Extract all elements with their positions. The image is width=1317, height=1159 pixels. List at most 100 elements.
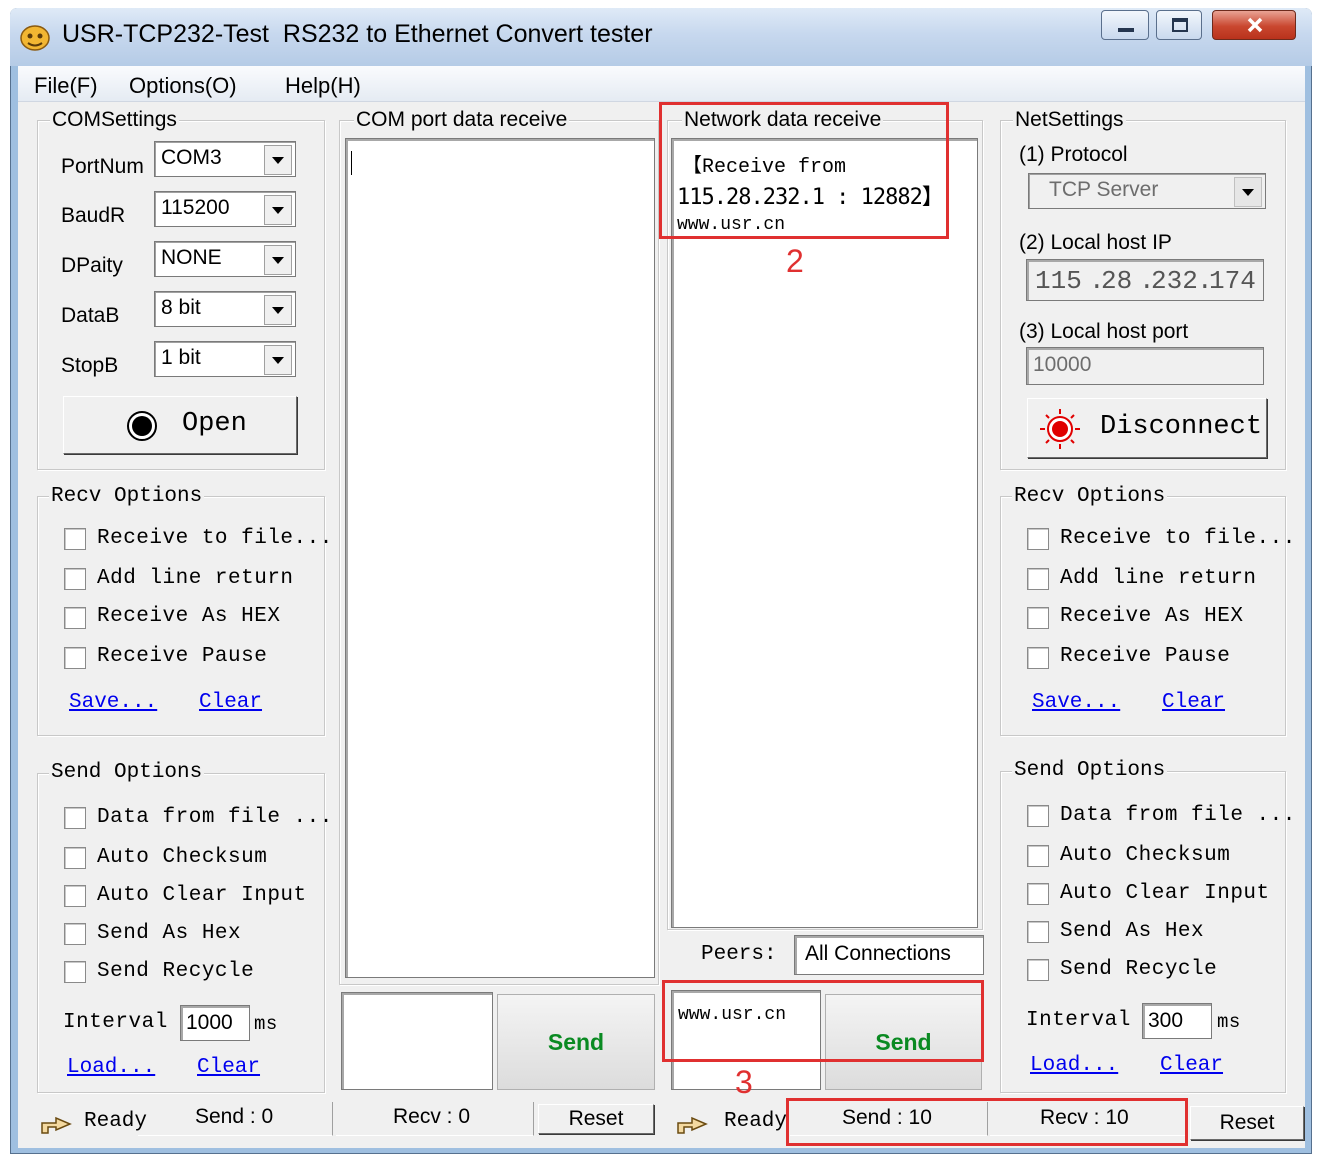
local-port-label: (3) Local host port [1019,320,1189,343]
left-recv-count-panel: Recv : 0 [336,1102,534,1136]
databits-value: 8 bit [161,296,201,319]
open-button-label: Open [182,409,247,439]
right-send-recycle-checkbox[interactable] [1027,959,1049,981]
right-interval-value: 300 [1148,1009,1184,1032]
net-receive-textarea[interactable]: 【Receive from 115.28.232.1 : 12882】 www.… [671,138,978,928]
close-button[interactable] [1212,10,1296,40]
left-auto-clear-input-label: Auto Clear Input [97,884,307,907]
open-button[interactable]: Open [63,396,297,454]
com-send-button[interactable]: Send [497,994,655,1090]
parity-select[interactable]: NONE [154,241,296,277]
left-add-line-return-label: Add line return [97,567,294,590]
left-receive-pause-checkbox[interactable] [64,647,86,669]
left-auto-clear-input-checkbox[interactable] [64,885,86,907]
right-send-options-title: Send Options [1012,759,1168,782]
local-port-value: 10000 [1033,353,1092,376]
right-receive-hex-label: Receive As HEX [1060,605,1244,628]
chevron-down-icon [264,195,292,225]
com-receive-textarea[interactable] [345,138,655,978]
left-data-from-file-checkbox[interactable] [64,807,86,829]
portnum-label: PortNum [61,155,144,178]
right-data-from-file-checkbox[interactable] [1027,805,1049,827]
right-receive-pause-label: Receive Pause [1060,645,1231,668]
annotation-number-3: 3 [735,1064,753,1100]
left-interval-input[interactable]: 1000 [180,1005,250,1041]
annotation-number-2: 2 [786,243,804,279]
minimize-button[interactable] [1101,10,1149,40]
left-send-recycle-checkbox[interactable] [64,961,86,983]
baudrate-select[interactable]: 115200 [154,191,296,227]
left-recv-count: Recv : 0 [393,1105,471,1128]
left-data-from-file-label: Data from file ... [97,806,333,829]
stopbits-select[interactable]: 1 bit [154,341,296,377]
chevron-down-icon [264,345,292,375]
peers-select[interactable]: All Connections [794,935,984,975]
annotation-box-receive [659,102,949,239]
chevron-down-icon [264,145,292,175]
annotation-box-counters [786,1098,1188,1146]
peers-value: All Connections [805,942,951,965]
menu-help[interactable]: Help(H) [285,73,361,99]
parity-label: DPaity [61,254,123,277]
right-interval-input[interactable]: 300 [1142,1003,1212,1039]
chevron-down-icon [264,295,292,325]
right-receive-to-file-checkbox[interactable] [1027,528,1049,550]
disconnect-button[interactable]: Disconnect [1027,398,1267,458]
left-send-recycle-label: Send Recycle [97,960,255,983]
right-send-clear-link[interactable]: Clear [1160,1054,1223,1077]
menu-file[interactable]: File(F) [34,73,98,99]
baudrate-value: 115200 [161,196,230,219]
right-load-link[interactable]: Load... [1030,1054,1118,1077]
right-reset-button[interactable]: Reset [1190,1106,1304,1140]
left-save-link[interactable]: Save... [69,691,157,714]
left-reset-button[interactable]: Reset [538,1104,654,1134]
right-send-as-hex-label: Send As Hex [1060,920,1205,943]
maximize-icon [1172,18,1188,32]
close-icon [1247,17,1263,33]
right-auto-checksum-checkbox[interactable] [1027,845,1049,867]
right-auto-clear-input-checkbox[interactable] [1027,883,1049,905]
left-auto-checksum-checkbox[interactable] [64,847,86,869]
right-data-from-file-label: Data from file ... [1060,804,1296,827]
databits-select[interactable]: 8 bit [154,291,296,327]
peers-label: Peers: [701,943,777,966]
right-receive-hex-checkbox[interactable] [1027,607,1049,629]
local-port-input[interactable]: 10000 [1026,347,1264,385]
right-send-as-hex-checkbox[interactable] [1027,921,1049,943]
protocol-label: (1) Protocol [1019,143,1128,166]
left-recv-options-title: Recv Options [49,485,205,508]
ip-octet-2: 28 [1101,266,1133,296]
ip-octet-3: 232 [1151,266,1198,296]
right-interval-label: Interval [1026,1009,1131,1032]
hand-pointer-icon [41,1116,72,1134]
text-cursor [351,151,352,175]
left-receive-to-file-checkbox[interactable] [64,528,86,550]
left-recv-clear-link[interactable]: Clear [199,691,262,714]
right-recv-clear-link[interactable]: Clear [1162,691,1225,714]
right-auto-checksum-label: Auto Checksum [1060,844,1231,867]
protocol-select[interactable]: TCP Server [1028,173,1266,209]
left-load-link[interactable]: Load... [67,1056,155,1079]
com-send-input[interactable] [341,992,493,1090]
left-add-line-return-checkbox[interactable] [64,568,86,590]
parity-value: NONE [161,246,222,269]
protocol-value: TCP Server [1049,178,1159,201]
right-receive-pause-checkbox[interactable] [1027,647,1049,669]
left-send-options-title: Send Options [49,761,205,784]
left-receive-to-file-label: Receive to file... [97,527,333,550]
left-send-clear-link[interactable]: Clear [197,1056,260,1079]
local-ip-input[interactable]: 115 . 28 . 232 . 174 [1026,259,1264,301]
left-receive-pause-label: Receive Pause [97,645,268,668]
maximize-button[interactable] [1156,10,1202,40]
connection-status-icon [1040,409,1080,449]
left-interval-unit: ms [254,1013,278,1035]
right-recv-options-title: Recv Options [1012,485,1168,508]
portnum-select[interactable]: COM3 [154,141,296,177]
right-save-link[interactable]: Save... [1032,691,1120,714]
left-receive-hex-checkbox[interactable] [64,607,86,629]
com-receive-title: COM port data receive [354,108,570,131]
left-send-as-hex-checkbox[interactable] [64,923,86,945]
menu-options[interactable]: Options(O) [129,73,237,99]
annotation-box-send [662,980,984,1062]
right-add-line-return-checkbox[interactable] [1027,568,1049,590]
